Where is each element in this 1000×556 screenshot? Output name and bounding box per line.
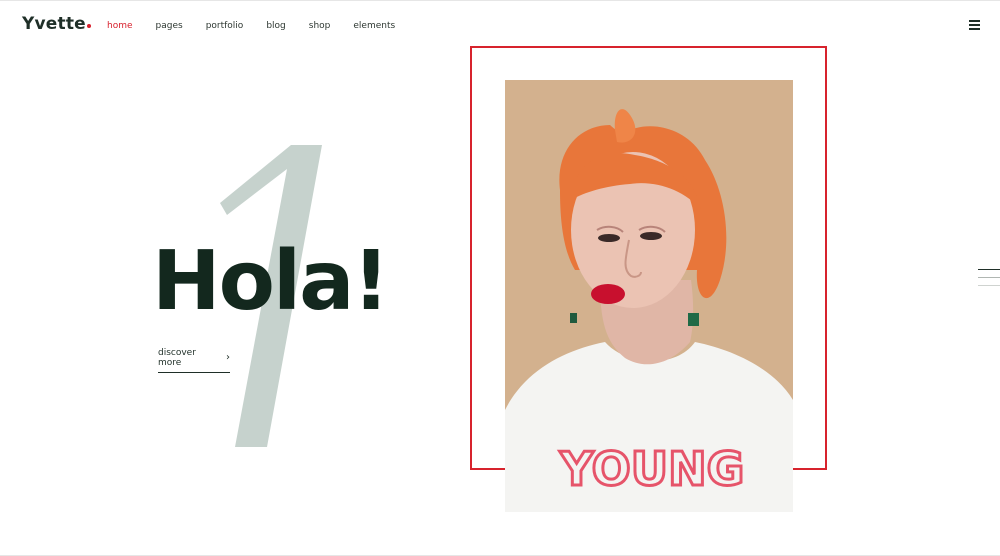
nav-item-blog[interactable]: blog (266, 21, 285, 31)
nav-item-elements[interactable]: elements (353, 21, 395, 31)
nav-item-pages[interactable]: pages (156, 21, 183, 31)
hamburger-menu-icon[interactable] (969, 20, 980, 30)
page: Yvette home pages portfolio blog shop el… (0, 0, 1000, 556)
slide-lines-icon[interactable] (978, 269, 1000, 293)
chevron-right-icon: › (226, 352, 230, 363)
main-nav: home pages portfolio blog shop elements (107, 21, 395, 31)
hero-photo: YOUNG (505, 80, 793, 512)
brand-dot-icon (86, 24, 91, 28)
nav-item-shop[interactable]: shop (309, 21, 331, 31)
nav-item-portfolio[interactable]: portfolio (206, 21, 244, 31)
shirt-text: YOUNG (559, 442, 744, 496)
brand-logo[interactable]: Yvette (22, 14, 91, 34)
nav-item-home[interactable]: home (107, 21, 133, 31)
portrait-illustration: YOUNG (505, 80, 793, 512)
hero-title: Hola! (152, 234, 390, 329)
discover-more-label: discover more (158, 348, 196, 368)
discover-more-link[interactable]: discover more › (158, 348, 230, 373)
brand-name: Yvette (22, 14, 86, 34)
